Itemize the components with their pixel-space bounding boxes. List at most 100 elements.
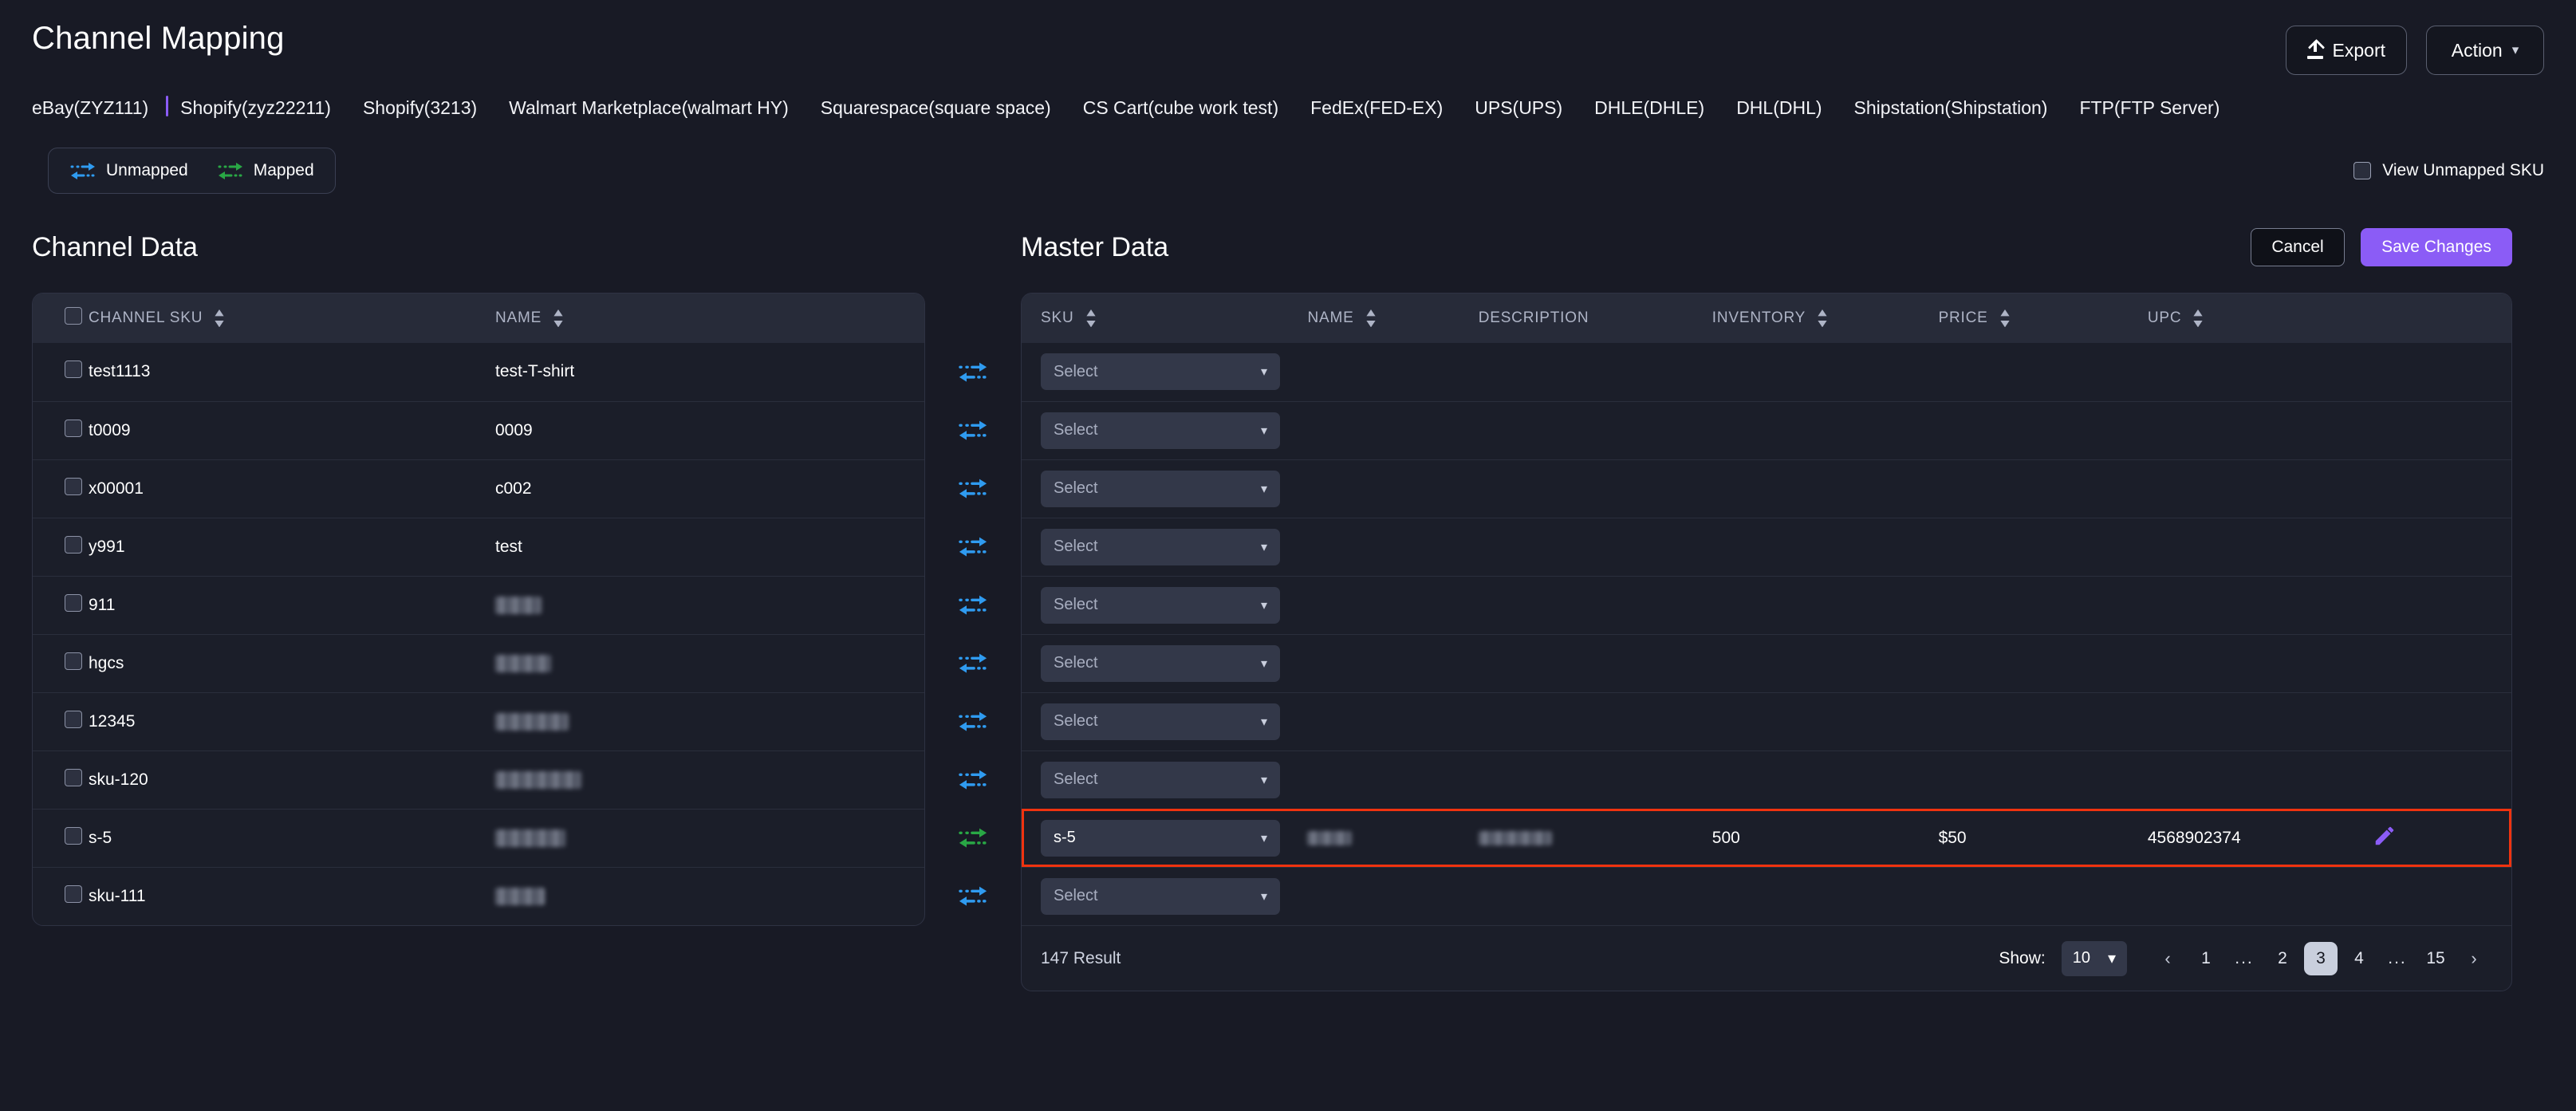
- page-button-1[interactable]: 1: [2189, 942, 2223, 975]
- table-row[interactable]: 911: [33, 576, 924, 634]
- table-row[interactable]: sku-120: [33, 751, 924, 809]
- cancel-button[interactable]: Cancel: [2251, 228, 2345, 266]
- master-description-cell: [1479, 692, 1712, 751]
- tab-dhl[interactable]: DHL(DHL): [1720, 94, 1837, 122]
- save-changes-button[interactable]: Save Changes: [2361, 228, 2512, 266]
- master-sku-select[interactable]: Select▾: [1041, 412, 1280, 449]
- master-price-header[interactable]: PRICE: [1939, 294, 2148, 343]
- unmapped-arrow-icon[interactable]: [925, 400, 1021, 459]
- view-unmapped-sku-control[interactable]: View Unmapped SKU: [2353, 161, 2544, 180]
- table-row[interactable]: Select▾: [1022, 867, 2511, 925]
- row-checkbox[interactable]: [65, 478, 82, 495]
- unmapped-arrow-icon[interactable]: [925, 517, 1021, 575]
- row-checkbox[interactable]: [65, 885, 82, 903]
- master-sku-select[interactable]: s-5▾: [1041, 820, 1280, 857]
- redacted-name: [495, 655, 551, 672]
- channel-name-cell: test-T-shirt: [495, 343, 924, 401]
- unmapped-arrow-icon[interactable]: [925, 342, 1021, 400]
- action-button[interactable]: Action ▾: [2426, 26, 2544, 75]
- tab-walmart-marketplace[interactable]: Walmart Marketplace(walmart HY): [493, 94, 805, 122]
- channel-name-header[interactable]: NAME: [495, 294, 924, 343]
- page-button-2[interactable]: 2: [2266, 942, 2299, 975]
- tab-fedex[interactable]: FedEx(FED-EX): [1294, 94, 1459, 122]
- tab-ebay[interactable]: eBay(ZYZ111): [32, 94, 164, 122]
- master-sku-select[interactable]: Select▾: [1041, 353, 1280, 390]
- unmapped-arrow-icon[interactable]: [925, 866, 1021, 924]
- select-all-checkbox[interactable]: [65, 307, 82, 325]
- table-row[interactable]: Select▾: [1022, 751, 2511, 809]
- unmapped-arrow-icon[interactable]: [925, 459, 1021, 517]
- table-row[interactable]: Select▾: [1022, 634, 2511, 692]
- page-button-15[interactable]: 15: [2419, 942, 2452, 975]
- pencil-icon[interactable]: [2373, 824, 2397, 848]
- chevron-down-icon: ▾: [1261, 772, 1267, 788]
- table-row[interactable]: s-5: [33, 809, 924, 867]
- row-checkbox[interactable]: [65, 711, 82, 728]
- row-checkbox[interactable]: [65, 769, 82, 786]
- table-row[interactable]: Select▾: [1022, 692, 2511, 751]
- tab-ftp[interactable]: FTP(FTP Server): [2063, 94, 2235, 122]
- tab-squarespace[interactable]: Squarespace(square space): [805, 94, 1067, 122]
- master-sku-select[interactable]: Select▾: [1041, 587, 1280, 624]
- master-inventory-header[interactable]: INVENTORY: [1712, 294, 1939, 343]
- table-row[interactable]: test1113test-T-shirt: [33, 343, 924, 401]
- tab-dhle[interactable]: DHLE(DHLE): [1578, 94, 1720, 122]
- channel-sku-header[interactable]: CHANNEL SKU: [89, 294, 495, 343]
- table-row[interactable]: 12345: [33, 692, 924, 751]
- row-select-cell: [33, 751, 89, 809]
- master-upc-header[interactable]: UPC: [2148, 294, 2373, 343]
- page-size-select[interactable]: 10 ▾: [2062, 941, 2127, 976]
- row-checkbox[interactable]: [65, 652, 82, 670]
- mapped-arrow-icon[interactable]: [925, 808, 1021, 866]
- prev-page-button[interactable]: ‹: [2151, 942, 2184, 975]
- table-row[interactable]: Select▾: [1022, 401, 2511, 459]
- table-row[interactable]: Select▾: [1022, 343, 2511, 401]
- row-checkbox[interactable]: [65, 360, 82, 378]
- unmapped-arrow-icon[interactable]: [925, 691, 1021, 750]
- table-row[interactable]: y991test: [33, 518, 924, 576]
- next-page-button[interactable]: ›: [2457, 942, 2491, 975]
- master-sku-select[interactable]: Select▾: [1041, 878, 1280, 915]
- tab-ups[interactable]: UPS(UPS): [1459, 94, 1578, 122]
- page-button-3[interactable]: 3: [2304, 942, 2338, 975]
- master-name-cell: [1307, 692, 1478, 751]
- show-label: Show:: [1999, 949, 2045, 968]
- row-checkbox[interactable]: [65, 827, 82, 845]
- two-way-arrows-icon: [957, 883, 989, 908]
- master-upc-cell: [2148, 692, 2373, 751]
- master-sku-select[interactable]: Select▾: [1041, 645, 1280, 682]
- row-checkbox[interactable]: [65, 536, 82, 554]
- table-row[interactable]: x00001c002: [33, 459, 924, 518]
- page-button-4[interactable]: 4: [2342, 942, 2376, 975]
- master-sku-header[interactable]: SKU: [1022, 294, 1307, 343]
- table-row[interactable]: Select▾: [1022, 459, 2511, 518]
- redacted-name: [495, 771, 581, 789]
- master-name-cell: [1307, 867, 1478, 925]
- table-row[interactable]: s-5▾500$504568902374: [1022, 809, 2511, 867]
- row-select-cell: [33, 692, 89, 751]
- tab-shipstation[interactable]: Shipstation(Shipstation): [1838, 94, 2064, 122]
- master-data-footer: 147 Result Show: 10 ▾ ‹ 1...234...15 ›: [1022, 925, 2511, 991]
- row-checkbox[interactable]: [65, 420, 82, 437]
- table-row[interactable]: Select▾: [1022, 576, 2511, 634]
- tab-shopify-3213[interactable]: Shopify(3213): [347, 94, 493, 122]
- master-sku-select[interactable]: Select▾: [1041, 703, 1280, 740]
- row-checkbox[interactable]: [65, 594, 82, 612]
- unmapped-arrow-icon[interactable]: [925, 575, 1021, 633]
- master-sku-select[interactable]: Select▾: [1041, 762, 1280, 798]
- export-button[interactable]: Export: [2286, 26, 2407, 75]
- view-unmapped-sku-checkbox[interactable]: [2353, 162, 2371, 179]
- table-row[interactable]: hgcs: [33, 634, 924, 692]
- table-row[interactable]: sku-111: [33, 867, 924, 925]
- tab-shopify-zyz22211[interactable]: Shopify(zyz22211): [164, 94, 347, 122]
- unmapped-arrow-icon[interactable]: [925, 750, 1021, 808]
- legend-unmapped[interactable]: Unmapped: [69, 160, 188, 182]
- table-row[interactable]: Select▾: [1022, 518, 2511, 576]
- master-sku-select[interactable]: Select▾: [1041, 471, 1280, 507]
- table-row[interactable]: t00090009: [33, 401, 924, 459]
- unmapped-arrow-icon[interactable]: [925, 633, 1021, 691]
- tab-cs-cart[interactable]: CS Cart(cube work test): [1067, 94, 1294, 122]
- legend-mapped[interactable]: Mapped: [217, 160, 314, 182]
- master-name-header[interactable]: NAME: [1307, 294, 1478, 343]
- master-sku-select[interactable]: Select▾: [1041, 529, 1280, 565]
